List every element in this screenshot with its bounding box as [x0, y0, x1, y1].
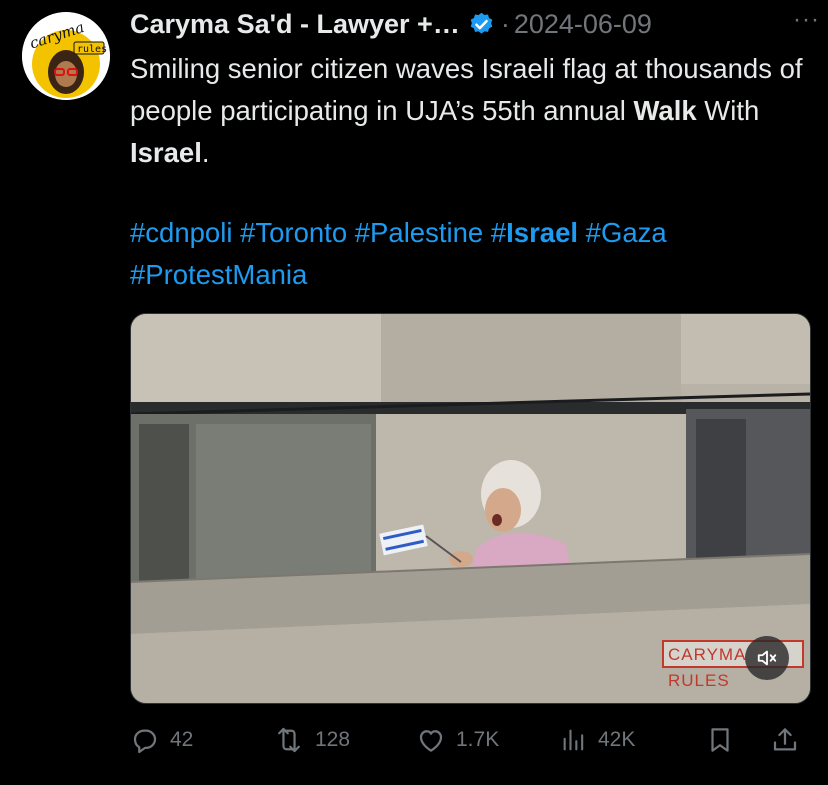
hashtag-link[interactable]: #Israel [491, 217, 578, 248]
like-count: 1.7K [456, 728, 500, 751]
video-player[interactable]: CARYMA RULES [130, 313, 811, 704]
like-button[interactable]: 1.7K [416, 722, 499, 758]
view-count: 42K [598, 728, 636, 751]
avatar-illustration: caryma rules [22, 12, 110, 100]
hashtag-link[interactable]: #Palestine [355, 217, 483, 248]
post-header: Caryma Sa'd - Lawyer +… · 2024-06-09 [130, 6, 814, 42]
post-date[interactable]: 2024-06-09 [514, 9, 652, 40]
repost-icon [278, 727, 300, 753]
reply-button[interactable]: 42 [130, 722, 193, 758]
views-button[interactable]: 42K [560, 722, 635, 758]
post-actions: 42 128 1.7K 42K [130, 722, 810, 758]
date-separator: · [500, 8, 510, 39]
speaker-muted-icon [757, 650, 777, 666]
repost-button[interactable]: 128 [273, 722, 350, 758]
hashtag-list: #cdnpoli #Toronto #Palestine #Israel #Ga… [130, 212, 820, 296]
heart-icon [419, 730, 443, 752]
bookmark-button[interactable] [705, 722, 745, 758]
author-avatar[interactable]: caryma rules [22, 12, 110, 100]
post-text-part: With [696, 95, 760, 126]
share-icon [773, 728, 797, 751]
mute-button[interactable] [745, 636, 789, 680]
hashtag-bold: Israel [506, 217, 579, 248]
reply-icon [133, 729, 157, 754]
hashtag-link[interactable]: #ProtestMania [130, 259, 307, 290]
hashtag-prefix: # [490, 217, 507, 248]
author-name[interactable]: Caryma Sa'd - Lawyer +… [130, 9, 460, 40]
reply-count: 42 [170, 728, 194, 751]
analytics-icon [563, 729, 584, 751]
share-button[interactable] [770, 722, 810, 758]
verified-badge-icon[interactable] [468, 11, 495, 38]
more-options-icon[interactable]: ··· [793, 6, 820, 34]
post-text-part: . [201, 137, 210, 168]
repost-count: 128 [315, 728, 351, 751]
post-text: Smiling senior citizen waves Israeli fla… [130, 48, 820, 174]
post-text-bold: Israel [130, 137, 202, 168]
hashtag-link[interactable]: #cdnpoli [130, 217, 232, 248]
hashtag-link[interactable]: #Toronto [240, 217, 347, 248]
bookmark-icon [711, 728, 729, 752]
avatar-text-bottom: rules [77, 44, 107, 55]
hashtag-link[interactable]: #Gaza [586, 217, 667, 248]
post-text-bold: Walk [633, 95, 697, 126]
